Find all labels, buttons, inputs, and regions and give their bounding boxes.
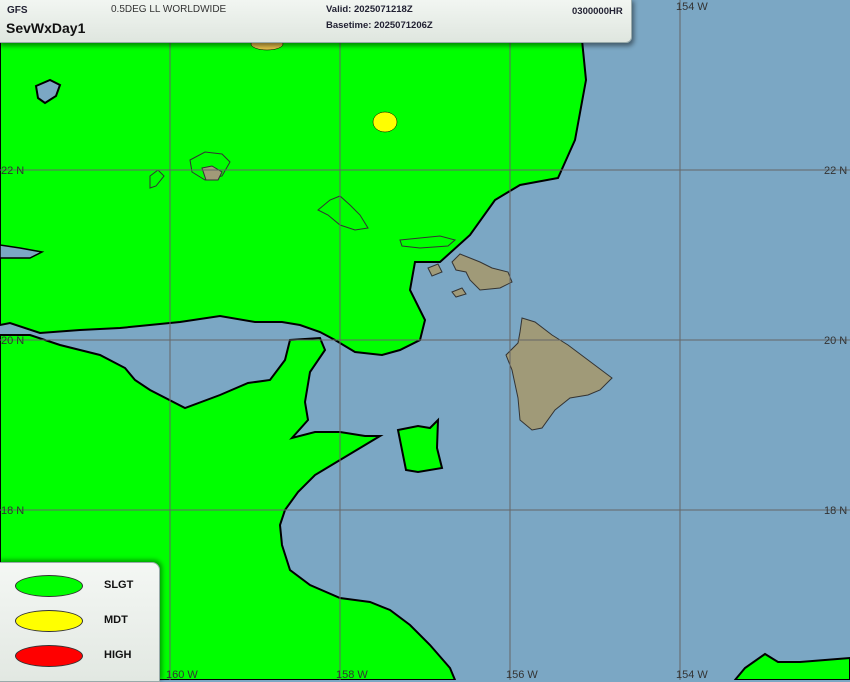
slgt-area-small — [396, 417, 444, 474]
legend-item-high: HIGH — [15, 645, 155, 667]
header-panel: GFS SevWxDay1 0.5DEG LL WORLDWIDE Valid:… — [0, 0, 632, 43]
legend-item-mdt: MDT — [15, 610, 155, 632]
legend-panel: SLGT MDT HIGH — [0, 562, 160, 682]
lat-label-18n-right: 18 N — [824, 505, 847, 517]
legend-swatch-slgt — [15, 575, 83, 597]
lon-label-154w-top: 154 W — [676, 1, 708, 13]
base-time: Basetime: 2025071206Z — [326, 20, 433, 31]
lon-label-156w-bottom: 156 W — [506, 669, 538, 680]
forecast-hour: 0300000HR — [572, 6, 623, 17]
lat-label-22n-left: 22 N — [1, 165, 24, 177]
lat-label-20n-left: 20 N — [1, 335, 24, 347]
lon-label-158w-bottom: 158 W — [336, 669, 368, 680]
legend-swatch-mdt — [15, 610, 83, 632]
valid-time: Valid: 2025071218Z — [326, 4, 413, 15]
legend-label-mdt: MDT — [104, 614, 128, 626]
model-name: GFS — [7, 5, 28, 16]
legend-label-slgt: SLGT — [104, 579, 134, 591]
lat-label-22n-right: 22 N — [824, 165, 847, 177]
grid-description: 0.5DEG LL WORLDWIDE — [111, 4, 227, 15]
product-name: SevWxDay1 — [6, 20, 86, 36]
legend-label-high: HIGH — [104, 649, 132, 661]
lat-label-20n-right: 20 N — [824, 335, 847, 347]
lon-label-160w-bottom: 160 W — [166, 669, 198, 680]
lon-label-154w-bottom: 154 W — [676, 669, 708, 680]
legend-item-slgt: SLGT — [15, 575, 155, 597]
legend-swatch-high — [15, 645, 83, 667]
mdt-area-north — [372, 111, 398, 133]
lat-label-18n-left: 18 N — [1, 505, 24, 517]
